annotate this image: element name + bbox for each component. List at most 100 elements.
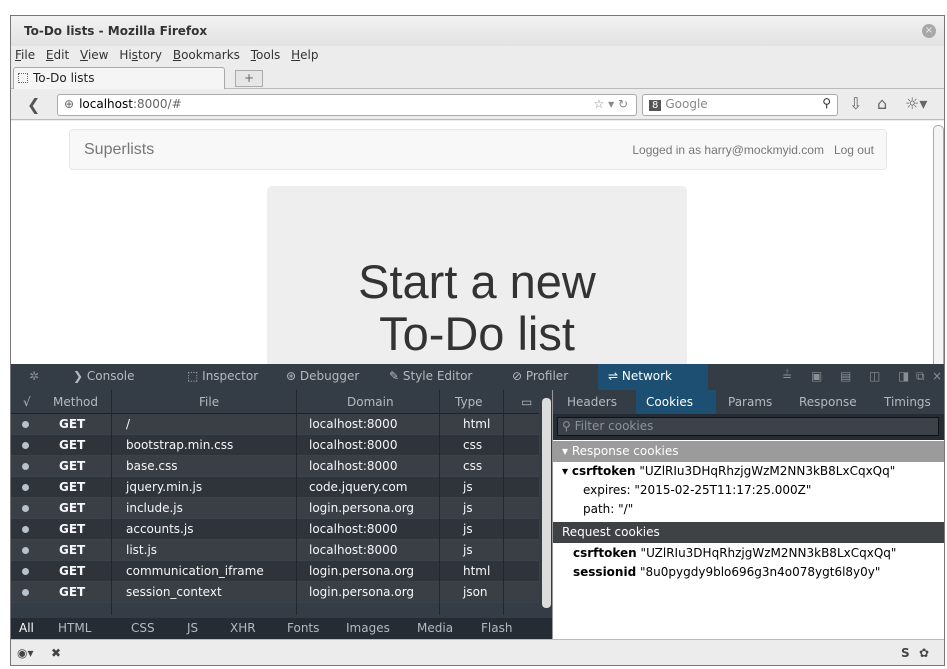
request-file: include.js — [126, 501, 183, 515]
site-brand[interactable]: Superlists — [84, 141, 154, 159]
filter-fonts[interactable]: Fonts — [287, 621, 319, 635]
url-bar[interactable]: ⊕ localhost:8000/# ☆ ▾ ↻ — [57, 94, 637, 116]
tab-todo-lists[interactable]: To-Do lists — [13, 67, 225, 89]
filter-all[interactable]: All — [19, 621, 34, 635]
status-dot-icon — [22, 547, 29, 554]
home-icon[interactable]: ⌂ — [877, 94, 887, 113]
tab-headers[interactable]: Headers — [567, 395, 617, 409]
tool-profiler[interactable]: ⊘ Profiler — [512, 369, 568, 383]
tab-timings[interactable]: Timings — [884, 395, 931, 409]
tool-console[interactable]: ❯ Console — [73, 369, 135, 383]
settings-gear-icon[interactable]: ✲ — [29, 369, 39, 383]
request-cookies-header[interactable]: Request cookies — [553, 522, 944, 543]
tool-style-editor[interactable]: ✎ Style Editor — [389, 369, 472, 383]
page-scrollbar[interactable] — [933, 125, 944, 373]
response-csrf-cookie[interactable]: ▾ csrftoken "UZlRIu3DHqRhzjgWzM2NN3kB8Lx… — [562, 464, 895, 478]
search-bar[interactable]: 8 Google ⚲ — [642, 94, 838, 116]
request-method: GET — [59, 480, 86, 494]
menu-view[interactable]: View — [80, 48, 108, 62]
logout-link[interactable]: Log out — [834, 143, 874, 157]
file-column-header[interactable]: File — [199, 395, 219, 409]
request-type: js — [463, 543, 473, 557]
scratchpad-icon[interactable]: ▤ — [840, 369, 851, 383]
login-status: Logged in as harry@mockmyid.com Log out — [632, 143, 874, 157]
request-row[interactable]: GET communication_iframe login.persona.org… — [11, 561, 539, 582]
page-viewport: Superlists Logged in as harry@mockmyid.c… — [11, 121, 944, 379]
window-title: To-Do lists - Mozilla Firefox — [24, 24, 208, 38]
request-file: communication_iframe — [126, 564, 264, 578]
firebug-icon[interactable]: ✿ — [919, 646, 929, 660]
status-column-header[interactable]: √ — [23, 395, 31, 409]
request-csrf-cookie[interactable]: csrftoken "UZlRIu3DHqRhzjgWzM2NN3kB8LxCq… — [573, 546, 896, 560]
tool-debugger[interactable]: ⊛ Debugger — [286, 369, 359, 383]
tab-response[interactable]: Response — [799, 395, 857, 409]
request-row[interactable]: GET jquery.min.js code.jquery.com js — [11, 477, 539, 498]
column-divider — [439, 390, 440, 615]
request-row[interactable]: GET session_context login.persona.org json — [11, 582, 539, 603]
filter-css[interactable]: CSS — [131, 621, 155, 635]
dock-side-icon[interactable]: ◨ — [898, 369, 909, 383]
menu-tools[interactable]: Tools — [251, 48, 281, 62]
close-icon[interactable]: × — [922, 24, 936, 38]
request-row[interactable]: GET bootstrap.min.css localhost:8000 css — [11, 435, 539, 456]
responsive-mode-icon[interactable]: ▣ — [811, 369, 822, 383]
request-type: js — [463, 480, 473, 494]
filter-placeholder: Filter cookies — [574, 419, 654, 433]
close-devtools-icon[interactable]: × — [932, 369, 942, 383]
request-list-scrollbar[interactable] — [542, 398, 551, 608]
waterfall-icon[interactable]: ▭ — [521, 395, 532, 409]
adblock-icon[interactable]: ◉▾ — [17, 646, 34, 660]
menu-bookmarks[interactable]: Bookmarks — [173, 48, 240, 62]
new-tab-button[interactable]: + — [235, 70, 263, 87]
request-list-header: √ Method File Domain Type ▭ — [11, 390, 539, 414]
tool-network[interactable]: ⇌ Network — [598, 364, 708, 390]
cookie-filter-bar: ⚲ Filter cookies — [553, 414, 944, 440]
request-row[interactable]: GET base.css localhost:8000 css — [11, 456, 539, 477]
tab-cookies[interactable]: Cookies — [636, 390, 716, 414]
request-method: GET — [59, 522, 86, 536]
filter-images[interactable]: Images — [346, 621, 390, 635]
cookie-expires: expires: "2015-02-25T11:17:25.000Z" — [583, 483, 811, 497]
menu-file[interactable]: File — [15, 48, 35, 62]
menu-history[interactable]: History — [119, 48, 162, 62]
filter-js[interactable]: JS — [187, 621, 198, 635]
request-row[interactable]: GET list.js localhost:8000 js — [11, 540, 539, 561]
request-row[interactable]: GET / localhost:8000 html — [11, 414, 539, 435]
filter-cookies-input[interactable]: ⚲ Filter cookies — [557, 417, 939, 436]
tools-menu-icon[interactable]: ☼▾ — [905, 94, 927, 113]
request-row[interactable]: GET accounts.js localhost:8000 js — [11, 519, 539, 540]
style-editor-icon: ✎ — [389, 369, 403, 383]
req-csrf-name: csrftoken — [573, 546, 637, 560]
column-divider — [111, 390, 112, 615]
skype-icon[interactable]: S — [901, 646, 910, 660]
filter-xhr[interactable]: XHR — [230, 621, 256, 635]
title-bar: To-Do lists - Mozilla Firefox × — [11, 16, 944, 46]
tool-inspector-label: Inspector — [202, 369, 259, 383]
split-console-icon[interactable]: ≟ — [782, 369, 792, 383]
filter-media[interactable]: Media — [417, 621, 453, 635]
request-row[interactable]: GET include.js login.persona.org js — [11, 498, 539, 519]
tool-inspector[interactable]: ⬚ Inspector — [187, 369, 258, 383]
domain-column-header[interactable]: Domain — [347, 395, 394, 409]
menu-help[interactable]: Help — [291, 48, 318, 62]
status-dot-icon — [22, 463, 29, 470]
close-addon-bar-icon[interactable]: ✖ — [51, 646, 61, 660]
request-method: GET — [59, 543, 86, 557]
bookmark-star-icon[interactable]: ☆ ▾ ↻ — [594, 97, 628, 111]
response-cookies-label: Response cookies — [571, 444, 679, 458]
tab-params[interactable]: Params — [728, 395, 772, 409]
method-column-header[interactable]: Method — [53, 395, 98, 409]
response-cookies-header[interactable]: ▾ Response cookies — [553, 441, 944, 462]
back-icon[interactable]: ❮ — [27, 95, 40, 114]
search-icon[interactable]: ⚲ — [822, 96, 831, 110]
download-icon[interactable]: ⇩ — [849, 94, 862, 113]
filter-html[interactable]: HTML — [58, 621, 91, 635]
filter-flash[interactable]: Flash — [481, 621, 512, 635]
undock-icon[interactable]: ⧉ — [916, 369, 925, 384]
screenshot-icon[interactable]: ◫ — [869, 369, 880, 383]
search-engine-icon[interactable]: 8 — [649, 100, 662, 111]
request-session-cookie[interactable]: sessionid "8u0pygdy9blo696g3n4o078ygt6l8… — [573, 565, 880, 579]
status-dot-icon — [22, 421, 29, 428]
type-column-header[interactable]: Type — [455, 395, 483, 409]
menu-edit[interactable]: Edit — [46, 48, 69, 62]
